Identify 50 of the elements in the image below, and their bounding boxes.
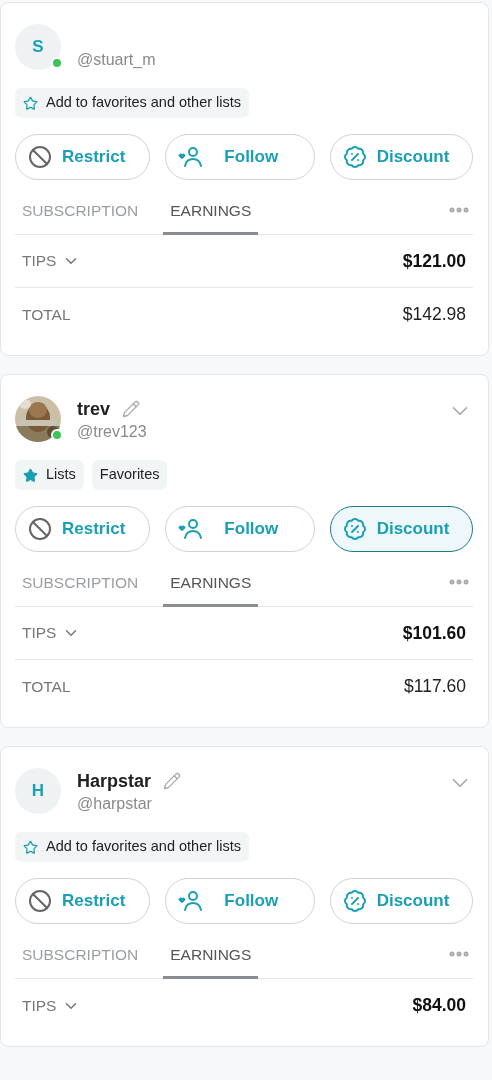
- restrict-icon: [28, 517, 52, 541]
- add-to-lists-button[interactable]: Add to favorites and other lists: [15, 832, 250, 862]
- follow-user-icon: [178, 518, 205, 540]
- follow-button[interactable]: Follow: [165, 506, 315, 552]
- avatar[interactable]: S: [15, 24, 61, 70]
- tab[interactable]: SUBSCRIPTION: [15, 198, 146, 234]
- restrict-icon: [28, 889, 52, 913]
- tab[interactable]: EARNINGS: [163, 942, 259, 979]
- row-label[interactable]: TIPS: [22, 621, 57, 645]
- star-icon: [23, 839, 38, 855]
- restrict-button[interactable]: Restrict: [15, 506, 151, 552]
- star-icon: [23, 467, 38, 483]
- user-handle[interactable]: @stuart_m: [77, 50, 473, 70]
- amount: $142.98: [402, 303, 466, 327]
- follow-button[interactable]: Follow: [165, 878, 315, 924]
- follow-button[interactable]: Follow: [165, 134, 315, 180]
- user-name[interactable]: Harpstar: [77, 767, 152, 795]
- row-label[interactable]: TIPS: [22, 249, 57, 273]
- follow-user-icon: [178, 146, 205, 168]
- restrict-button[interactable]: Restrict: [15, 878, 151, 924]
- user-name[interactable]: trev: [77, 395, 111, 423]
- list-chip[interactable]: Favorites: [91, 460, 168, 490]
- add-to-lists-button[interactable]: Add to favorites and other lists: [15, 88, 250, 118]
- amount: $121.00: [402, 249, 466, 273]
- discount-button[interactable]: Discount: [329, 506, 473, 552]
- tab[interactable]: EARNINGS: [163, 198, 259, 235]
- edit-icon[interactable]: [163, 772, 182, 790]
- restrict-button[interactable]: Restrict: [15, 134, 151, 180]
- discount-button[interactable]: Discount: [329, 878, 473, 924]
- avatar[interactable]: H: [15, 768, 61, 814]
- row-label[interactable]: TIPS: [22, 993, 57, 1018]
- edit-icon[interactable]: [122, 400, 141, 418]
- restrict-icon: [28, 145, 52, 169]
- discount-badge-icon: [342, 517, 367, 541]
- star-icon: [23, 95, 38, 111]
- list-chip[interactable]: Lists: [15, 460, 84, 490]
- discount-button[interactable]: Discount: [329, 134, 473, 180]
- tab[interactable]: SUBSCRIPTION: [15, 942, 146, 978]
- amount: $101.60: [402, 621, 466, 645]
- user-handle[interactable]: @harpstar: [77, 794, 431, 814]
- discount-badge-icon: [342, 145, 367, 169]
- follow-user-icon: [178, 890, 205, 912]
- tab[interactable]: SUBSCRIPTION: [15, 570, 146, 606]
- amount: $117.60: [404, 675, 466, 699]
- row-label: TOTAL: [22, 676, 71, 697]
- user-handle[interactable]: @trev123: [77, 422, 431, 442]
- amount: $84.00: [412, 994, 466, 1018]
- tab[interactable]: EARNINGS: [163, 570, 259, 607]
- row-label: TOTAL: [22, 304, 71, 325]
- discount-badge-icon: [342, 889, 367, 913]
